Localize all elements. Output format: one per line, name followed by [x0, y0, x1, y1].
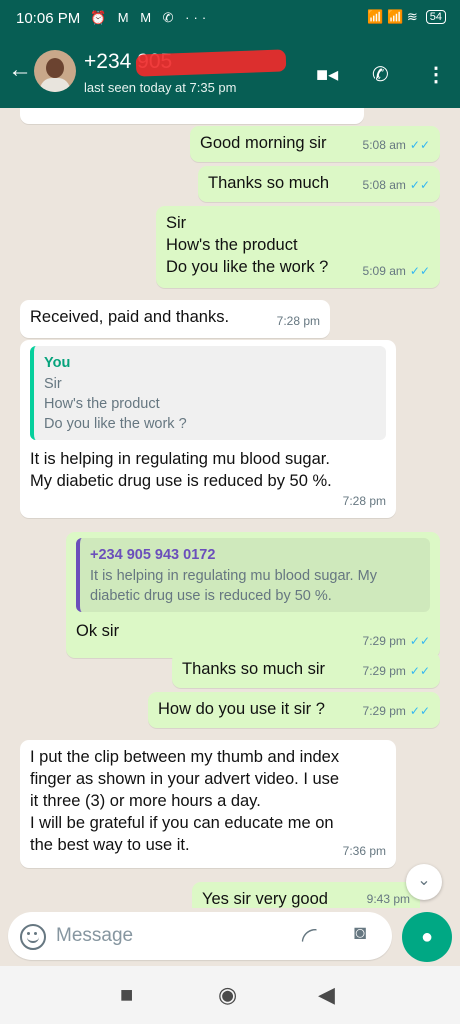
- message-bubble[interactable]: You Sir How's the product Do you like th…: [20, 340, 396, 518]
- message-line: It is helping in regulating mu blood sug…: [30, 450, 330, 468]
- message-text: Thanks so much: [208, 174, 330, 192]
- message-list[interactable]: Good morning sir 5:08 am ✓✓ Thanks so muc…: [0, 108, 460, 908]
- message-bubble[interactable]: Sir How's the product Do you like the wo…: [156, 206, 440, 288]
- message-text: How do you use it sir ?: [158, 700, 325, 718]
- message-time: 5:08 am: [362, 178, 406, 192]
- message-line: the best way to use it.: [30, 836, 190, 854]
- message-time: 7:29 pm: [362, 704, 406, 718]
- quoted-line: How's the product: [44, 396, 160, 412]
- message-line: finger as shown in your advert video. I …: [30, 770, 340, 788]
- message-line: I will be grateful if you can educate me…: [30, 814, 334, 832]
- message-text: Yes sir very good: [202, 890, 328, 908]
- avatar[interactable]: [34, 50, 76, 92]
- mic-icon: ●: [420, 926, 434, 948]
- read-ticks-icon: ✓✓: [409, 178, 430, 192]
- message-text: Thanks so much sir: [182, 660, 326, 678]
- video-call-icon[interactable]: ■◂: [316, 62, 338, 87]
- message-bubble[interactable]: How do you use it sir ? 7:29 pm ✓✓: [148, 692, 440, 728]
- status-bar: 10:06 PM ⏰ M M ✆ ··· 📶 📶 ≋ 54: [0, 0, 460, 36]
- status-time: 10:06 PM: [16, 10, 81, 27]
- message-bubble[interactable]: +234 905 943 0172 It is helping in regul…: [66, 532, 440, 658]
- message-bubble-partial: [20, 108, 364, 124]
- emoji-icon[interactable]: [20, 924, 46, 950]
- message-bubble[interactable]: Thanks so much 5:08 am ✓✓: [198, 166, 440, 202]
- message-bubble[interactable]: Good morning sir 5:08 am ✓✓: [190, 126, 440, 162]
- quoted-line: diabetic drug use is reduced by 50 %.: [90, 588, 332, 604]
- attach-paperclip-icon[interactable]: ⌒: [295, 921, 329, 956]
- message-bubble[interactable]: Yes sir very good 9:43 pm: [192, 882, 420, 908]
- message-text: Ok sir: [76, 622, 120, 640]
- camera-icon[interactable]: ◙: [354, 922, 366, 945]
- message-time: 5:09 am: [362, 264, 406, 278]
- read-ticks-icon: ✓✓: [409, 664, 430, 678]
- last-seen: last seen today at 7:35 pm: [84, 80, 237, 95]
- read-ticks-icon: ✓✓: [409, 634, 430, 648]
- message-bubble[interactable]: Thanks so much sir 7:29 pm ✓✓: [172, 652, 440, 688]
- message-line: How's the product: [166, 236, 298, 254]
- message-time: 5:08 am: [362, 138, 406, 152]
- back-arrow-icon[interactable]: ←: [8, 56, 32, 84]
- home-circle-icon[interactable]: ◉: [218, 982, 237, 1008]
- message-text: Good morning sir: [200, 134, 327, 152]
- message-time: 7:36 pm: [342, 844, 386, 858]
- quoted-line: It is helping in regulating mu blood sug…: [90, 568, 377, 584]
- battery-icon: 54: [425, 10, 446, 24]
- message-time: 7:28 pm: [342, 494, 386, 508]
- quoted-line: Do you like the work ?: [44, 416, 187, 432]
- message-text: Received, paid and thanks.: [30, 308, 230, 326]
- read-ticks-icon: ✓✓: [409, 704, 430, 718]
- notification-icons: ⏰ M M ✆ ···: [90, 10, 211, 25]
- quoted-sender: You: [44, 355, 71, 371]
- message-line: I put the clip between my thumb and inde…: [30, 748, 340, 766]
- redaction-mark: [135, 49, 287, 77]
- message-composer: Message ⌒ ◙ ●: [0, 908, 460, 966]
- chat-header: ← +234 905 last seen today at 7:35 pm ■◂…: [0, 36, 460, 108]
- quoted-message[interactable]: +234 905 943 0172 It is helping in regul…: [76, 538, 430, 612]
- message-bubble[interactable]: Received, paid and thanks. 7:28 pm: [20, 300, 330, 338]
- message-time: 7:28 pm: [276, 314, 320, 328]
- message-placeholder: Message: [56, 925, 134, 946]
- recents-square-icon[interactable]: ■: [120, 982, 133, 1008]
- message-time: 9:43 pm: [366, 892, 410, 906]
- read-ticks-icon: ✓✓: [409, 138, 430, 152]
- quoted-sender: +234 905 943 0172: [90, 547, 216, 563]
- more-vert-icon[interactable]: ⋮: [426, 62, 446, 87]
- quoted-message[interactable]: You Sir How's the product Do you like th…: [30, 346, 386, 440]
- signal-wifi-icons: 📶 📶 ≋: [367, 9, 418, 24]
- quoted-line: Sir: [44, 376, 62, 392]
- phone-icon[interactable]: ✆: [372, 62, 389, 87]
- message-line: it three (3) or more hours a day.: [30, 792, 261, 810]
- scroll-down-chevron-icon[interactable]: ⌄: [406, 864, 442, 900]
- mic-button[interactable]: ●: [402, 912, 452, 962]
- system-nav-bar: ■ ◉ ◀: [0, 966, 460, 1024]
- message-line: My diabetic drug use is reduced by 50 %.: [30, 472, 332, 490]
- message-line: Sir: [166, 214, 187, 232]
- message-input[interactable]: Message ⌒ ◙: [8, 912, 392, 960]
- message-time: 7:29 pm: [362, 634, 406, 648]
- message-time: 7:29 pm: [362, 664, 406, 678]
- back-triangle-icon[interactable]: ◀: [318, 982, 335, 1008]
- read-ticks-icon: ✓✓: [409, 264, 430, 278]
- message-bubble[interactable]: I put the clip between my thumb and inde…: [20, 740, 396, 868]
